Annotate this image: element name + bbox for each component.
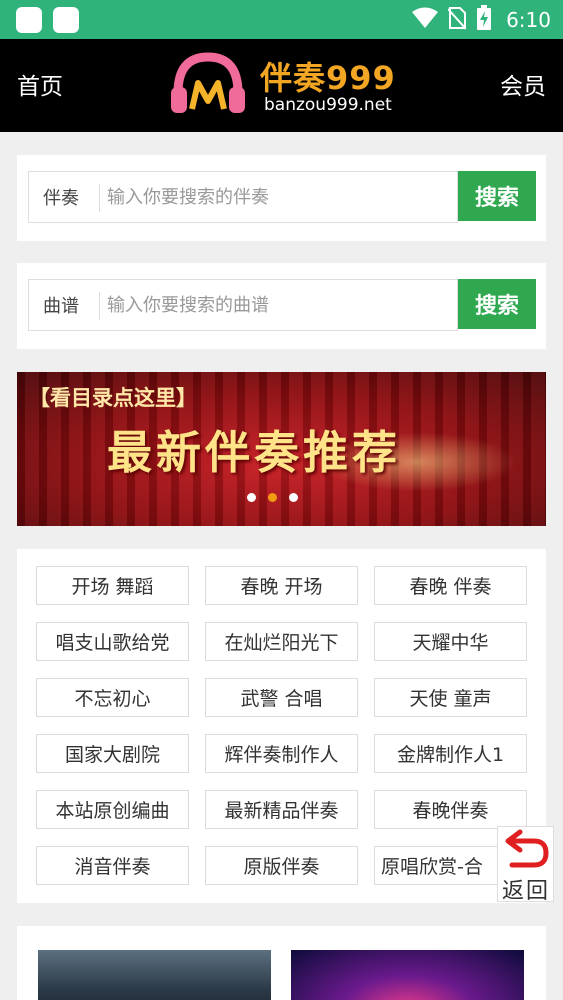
top-header: 首页 伴奏999 banzou999.net 会员: [0, 39, 563, 132]
score-search-button[interactable]: 搜索: [458, 279, 536, 329]
tag-link[interactable]: 开场 舞蹈: [36, 566, 189, 605]
carousel-dot[interactable]: [247, 493, 256, 502]
category-tags: 开场 舞蹈 春晚 开场 春晚 伴奏 唱支山歌给党 在灿烂阳光下 天耀中华 不忘初…: [17, 549, 546, 903]
tag-link[interactable]: 武警 合唱: [205, 678, 358, 717]
banner-title: 最新伴奏推荐: [107, 426, 402, 479]
score-search-field: 曲谱: [28, 279, 458, 331]
accompaniment-search-button[interactable]: 搜索: [458, 171, 536, 221]
accompaniment-search-input[interactable]: [107, 180, 447, 214]
no-sim-icon: [447, 6, 467, 34]
tag-link[interactable]: 不忘初心: [36, 678, 189, 717]
tag-link[interactable]: 原版伴奏: [205, 846, 358, 885]
return-arrow-icon: [505, 829, 549, 868]
clock: 6:10: [506, 8, 551, 32]
back-label: 返回: [502, 879, 551, 904]
tag-link[interactable]: 在灿烂阳光下: [205, 622, 358, 661]
tag-link[interactable]: 消音伴奏: [36, 846, 189, 885]
tag-link[interactable]: 天耀中华: [374, 622, 527, 661]
thumbnail-image[interactable]: [38, 950, 271, 1000]
carousel-dot-active[interactable]: [268, 493, 277, 502]
tag-link[interactable]: 本站原创编曲: [36, 790, 189, 829]
score-search-input[interactable]: [107, 288, 447, 322]
tag-link[interactable]: 最新精品伴奏: [205, 790, 358, 829]
thumbnail-image[interactable]: [291, 950, 524, 1000]
app-icon: [16, 7, 42, 33]
score-search-card: 曲谱 搜索: [17, 263, 546, 349]
tag-link[interactable]: 天使 童声: [374, 678, 527, 717]
tag-link[interactable]: 春晚伴奏: [374, 790, 527, 829]
status-bar: 6:10: [0, 0, 563, 39]
app-icon: [53, 7, 79, 33]
carousel-dot[interactable]: [289, 493, 298, 502]
accompaniment-search-card: 伴奏 搜索: [17, 155, 546, 241]
search-category-label: 曲谱: [43, 296, 79, 317]
wifi-icon: [412, 7, 439, 33]
tag-link[interactable]: 国家大剧院: [36, 734, 189, 773]
logo-domain: banzou999.net: [264, 95, 392, 115]
divider: [99, 184, 100, 212]
home-link[interactable]: 首页: [17, 67, 63, 101]
accompaniment-search-field: 伴奏: [28, 171, 458, 223]
thumbnail-section: [17, 926, 546, 1000]
tag-link[interactable]: 春晚 伴奏: [374, 566, 527, 605]
tag-link[interactable]: 春晚 开场: [205, 566, 358, 605]
tag-link[interactable]: 唱支山歌给党: [36, 622, 189, 661]
back-button[interactable]: 返回: [497, 826, 554, 904]
promo-banner[interactable]: 【看目录点这里】 最新伴奏推荐: [17, 372, 546, 526]
tag-link[interactable]: 辉伴奏制作人: [205, 734, 358, 773]
tag-link[interactable]: 金牌制作人1: [374, 734, 527, 773]
divider: [99, 292, 100, 320]
battery-charging-icon: [476, 5, 492, 35]
search-category-label: 伴奏: [43, 188, 79, 209]
headphones-icon: [171, 52, 245, 113]
banner-subtitle: 【看目录点这里】: [29, 386, 197, 410]
logo-name: 伴奏999: [260, 59, 396, 97]
site-logo[interactable]: 伴奏999 banzou999.net: [168, 49, 400, 123]
carousel-dots: [247, 493, 298, 502]
member-link[interactable]: 会员: [500, 67, 546, 101]
